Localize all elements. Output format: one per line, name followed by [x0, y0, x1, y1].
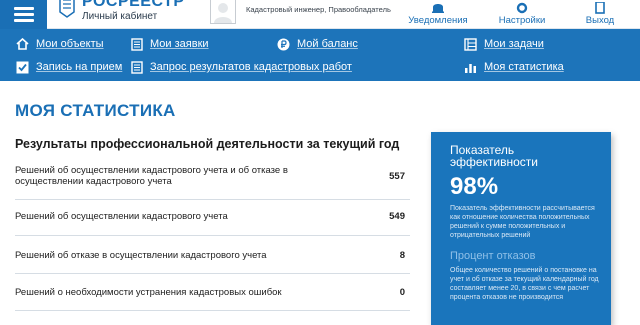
stat-label: Решений об отказе в осуществлении кадаст…	[15, 249, 267, 261]
row-divider	[15, 273, 410, 274]
stat-row: Решений об осуществлении кадастрового уч…	[15, 163, 410, 189]
ruble-coin-icon	[277, 38, 290, 50]
burger-line	[13, 13, 34, 16]
efficiency-panel: Показатель эффективности 98% Показатель …	[431, 132, 611, 325]
nav-my-requests-label: Мои заявки	[150, 38, 209, 50]
notifications-label: Уведомления	[408, 15, 468, 26]
refusal-percent-title: Процент отказов	[450, 250, 536, 262]
nav-my-objects-label: Мои объекты	[36, 38, 104, 50]
efficiency-description: Показатель эффективности рассчитывается …	[450, 205, 595, 239]
nav-my-tasks[interactable]: Мои задачи	[464, 35, 544, 53]
section-title: Результаты профессиональной деятельности…	[15, 137, 400, 151]
stat-value: 8	[399, 249, 405, 261]
stat-value: 557	[389, 170, 405, 182]
notifications-button[interactable]: Уведомления	[405, 0, 471, 29]
rosreestr-logo-icon	[59, 0, 75, 18]
burger-line	[13, 19, 34, 22]
logout-icon	[595, 2, 605, 14]
bell-icon	[432, 4, 444, 13]
nav-my-statistics-label: Моя статистика	[484, 61, 564, 73]
nav-my-statistics[interactable]: Моя статистика	[464, 58, 564, 76]
menu-toggle-button[interactable]	[0, 0, 47, 29]
user-avatar[interactable]	[210, 0, 236, 24]
nav-my-objects[interactable]: Мои объекты	[16, 35, 104, 53]
nav-my-balance[interactable]: Мой баланс	[277, 35, 358, 53]
row-divider	[15, 235, 410, 236]
row-divider	[15, 310, 410, 311]
home-icon	[16, 38, 29, 50]
logout-label: Выход	[585, 15, 615, 26]
stat-label: Решений об осуществлении кадастрового уч…	[15, 210, 228, 222]
efficiency-title: Показатель эффективности	[450, 143, 539, 169]
top-header: РОСРЕЕСТР Личный кабинет Кадастровый инж…	[0, 0, 640, 29]
nav-appointment[interactable]: Запись на прием	[16, 58, 122, 76]
stat-label: Решений о необходимости устранения кадас…	[15, 286, 282, 298]
logout-button[interactable]: Выход	[580, 0, 620, 29]
nav-my-tasks-label: Мои задачи	[484, 38, 544, 50]
gear-icon	[516, 2, 528, 14]
bar-chart-icon	[465, 63, 476, 73]
main-navigation: Мои объекты Мои заявки Мой баланс Мои за…	[0, 29, 640, 81]
stat-row: Решений об осуществлении кадастрового уч…	[15, 209, 410, 223]
stat-value: 549	[389, 210, 405, 222]
stat-value: 0	[399, 286, 405, 298]
document-list-icon	[131, 60, 143, 74]
nav-cadastral-results[interactable]: Запрос результатов кадастровых работ	[131, 58, 352, 76]
logo-title: РОСРЕЕСТР	[82, 0, 185, 10]
stat-row: Решений об отказе в осуществлении кадаст…	[15, 248, 410, 262]
user-role: Кадастровый инженер, Правообладатель	[246, 5, 391, 14]
settings-label: Настройки	[498, 15, 546, 26]
user-silhouette-icon	[214, 3, 232, 23]
efficiency-value: 98%	[450, 173, 499, 200]
row-divider	[15, 199, 410, 200]
nav-cadastral-results-label: Запрос результатов кадастровых работ	[150, 61, 352, 73]
page-title: МОЯ СТАТИСТИКА	[15, 101, 176, 120]
stat-label: Решений об осуществлении кадастрового уч…	[15, 165, 288, 187]
nav-appointment-label: Запись на прием	[36, 61, 123, 73]
checkbox-checked-icon	[16, 61, 29, 73]
stat-row: Решений о необходимости устранения кадас…	[15, 285, 410, 299]
nav-my-balance-label: Мой баланс	[297, 38, 358, 50]
settings-button[interactable]: Настройки	[492, 0, 552, 29]
tasks-icon	[464, 37, 477, 51]
burger-line	[13, 7, 34, 10]
refusal-percent-description: Общее количество решений о постановке на…	[450, 267, 599, 301]
logo-subtitle: Личный кабинет	[82, 11, 158, 22]
document-list-icon	[131, 37, 143, 51]
nav-my-requests[interactable]: Мои заявки	[131, 35, 209, 53]
